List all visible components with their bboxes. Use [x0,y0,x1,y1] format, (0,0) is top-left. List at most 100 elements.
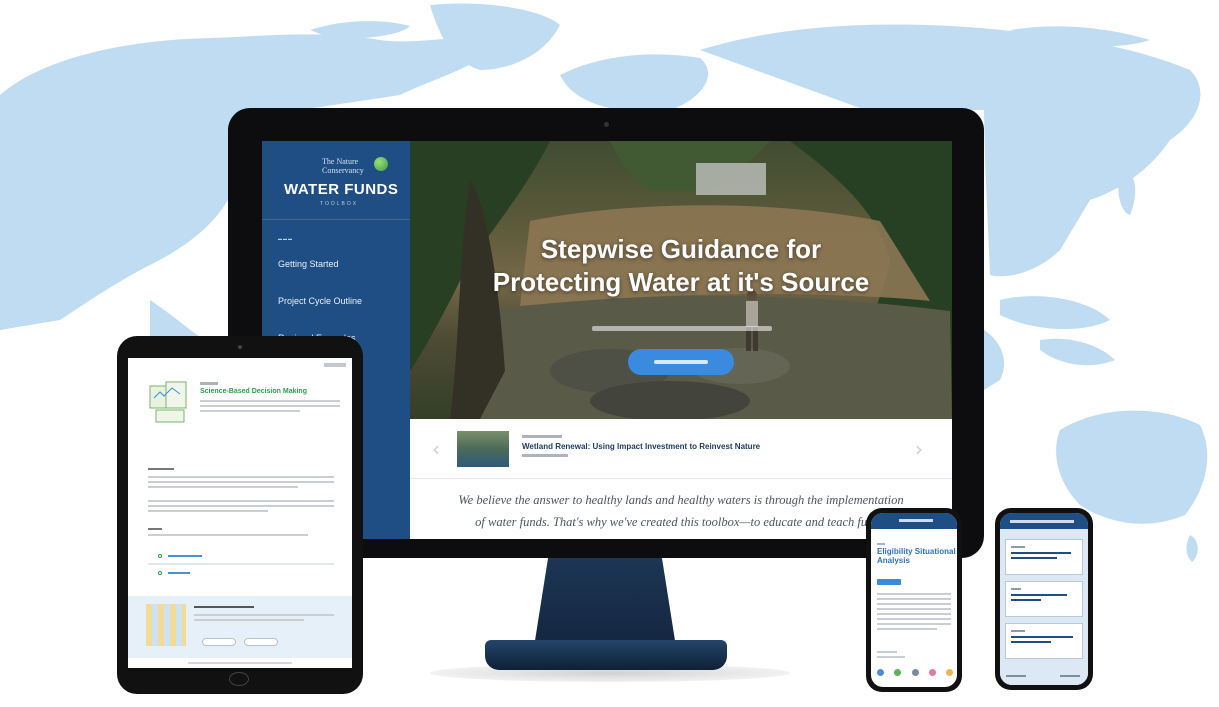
phone-2-card-title [1011,641,1051,643]
phone-2-app-bar [1000,513,1088,529]
hero-cta-button[interactable] [628,349,734,375]
tablet-promo-button[interactable] [244,638,278,646]
phone-1-body-line [877,593,951,595]
tablet-screen: Science-Based Decision Making [128,358,352,668]
tablet-intro-line [200,400,340,402]
phone-2-screen [1000,513,1088,685]
article-thumbnail[interactable] [457,431,509,467]
decision-making-illustration [149,381,187,423]
sidebar-item-project-cycle-outline[interactable]: Project Cycle Outline [278,296,403,333]
logo-subtitle: TOOLBOX [320,201,359,207]
tablet-camera-dot [238,345,242,349]
hero-caption [592,326,772,331]
step-icon[interactable] [911,669,919,676]
phone-2-card[interactable] [1005,623,1083,659]
tablet-footer [188,662,292,664]
tablet-promo-title [194,606,254,608]
phone-2-card-eyebrow [1011,546,1025,548]
phone-1-eyebrow [877,543,885,545]
step-icon[interactable] [894,669,902,676]
tablet-eyebrow [200,382,218,385]
phone-2-card[interactable] [1005,581,1083,617]
phone-1-page-title: Eligibility Situational Analysis [877,547,956,565]
phone-2-app-bar-title [1010,520,1074,523]
step-icon[interactable] [928,669,936,676]
article-eyebrow [522,435,562,438]
tablet-check-icon [158,554,162,558]
phone-1-body-line [877,603,951,605]
phone-1-body-line [877,628,937,630]
sidebar-divider [262,219,410,220]
article-headline[interactable]: Wetland Renewal: Using Impact Investment… [522,442,760,451]
phone-device-2 [995,508,1093,690]
tablet-list-divider [148,563,334,565]
phone-1-body-line [877,618,951,620]
hero-title: Stepwise Guidance for Protecting Water a… [410,233,952,299]
phone-2-footer-link[interactable] [1006,675,1026,677]
phone-2-card-eyebrow [1011,588,1021,590]
tablet-promo-button[interactable] [202,638,236,646]
phone-device-1: Eligibility Situational Analysis [866,508,962,692]
phone-1-meta-line [877,656,905,658]
phone-2-card-title [1011,552,1071,554]
carousel-prev-icon[interactable]: ‹ [432,437,440,461]
monitor-stand-neck [534,557,676,647]
phone-1-body-line [877,608,951,610]
phone-1-meta-line [877,651,897,653]
phone-2-card-title [1011,636,1073,638]
phone-2-card-title [1011,557,1057,559]
monitor-stand-base [485,640,727,670]
phone-2-card-title [1011,599,1041,601]
sidebar-eyebrow: ▬▬▬ [278,236,293,241]
tablet-intro-line [200,405,340,407]
phone-1-app-bar-title [899,519,933,522]
tablet-promo-line [194,619,304,621]
featured-article-carousel: ‹ Wetland Renewal: Using Impact Investme… [410,419,952,479]
hero-title-line-2: Protecting Water at it's Source [492,267,870,297]
tablet-home-button[interactable] [229,672,249,686]
desktop-screen: The Nature Conservancy WATER FUNDS TOOLB… [262,141,952,539]
phone-1-body-line [877,598,951,600]
tablet-resource-link[interactable] [168,555,202,557]
article-byline [522,454,568,457]
phone-2-footer-link[interactable] [1060,675,1080,677]
step-icon[interactable] [946,669,953,676]
tablet-body-line [148,505,334,507]
tablet-body-line [148,476,334,478]
tablet-subheading [148,528,162,530]
phone-2-card[interactable] [1005,539,1083,575]
logo-title[interactable]: WATER FUNDS [284,181,398,198]
phone-1-body-line [877,613,951,615]
phone-2-card-eyebrow [1011,630,1025,632]
tablet-page-title: Science-Based Decision Making [200,388,307,395]
tablet-body-line [148,534,308,536]
tablet-body-line [148,510,268,512]
tablet-promo-illustration [146,604,186,646]
tablet-device: Science-Based Decision Making [117,336,363,694]
tablet-sign-in-link[interactable] [324,363,346,367]
carousel-next-icon[interactable]: › [915,437,923,461]
phone-1-body-line [877,623,951,625]
hero-title-line-1: Stepwise Guidance for [540,234,822,264]
sidebar-item-getting-started[interactable]: Getting Started [278,259,403,296]
phone-1-step-badge [877,579,901,585]
tablet-check-icon [158,571,162,575]
phone-1-step-icons [877,669,953,679]
logo-org-name: The Nature Conservancy [322,157,364,175]
tablet-body-line [148,481,334,483]
phone-1-app-bar [871,513,957,529]
tablet-body-line [148,486,298,488]
hero-banner: Stepwise Guidance for Protecting Water a… [410,141,952,419]
step-icon[interactable] [877,669,884,676]
tablet-resource-link[interactable] [168,572,190,574]
tablet-body-line [148,500,334,502]
phone-1-screen: Eligibility Situational Analysis [871,513,957,687]
nature-conservancy-leaf-icon [374,157,388,171]
tablet-section-heading [148,468,174,470]
camera-dot [604,122,609,127]
mission-line-1: We believe the answer to healthy lands a… [458,493,904,507]
phone-2-card-title [1011,594,1067,596]
tablet-promo-line [194,614,334,616]
hero-cta-label-placeholder [654,360,708,364]
tablet-intro-line [200,410,300,412]
